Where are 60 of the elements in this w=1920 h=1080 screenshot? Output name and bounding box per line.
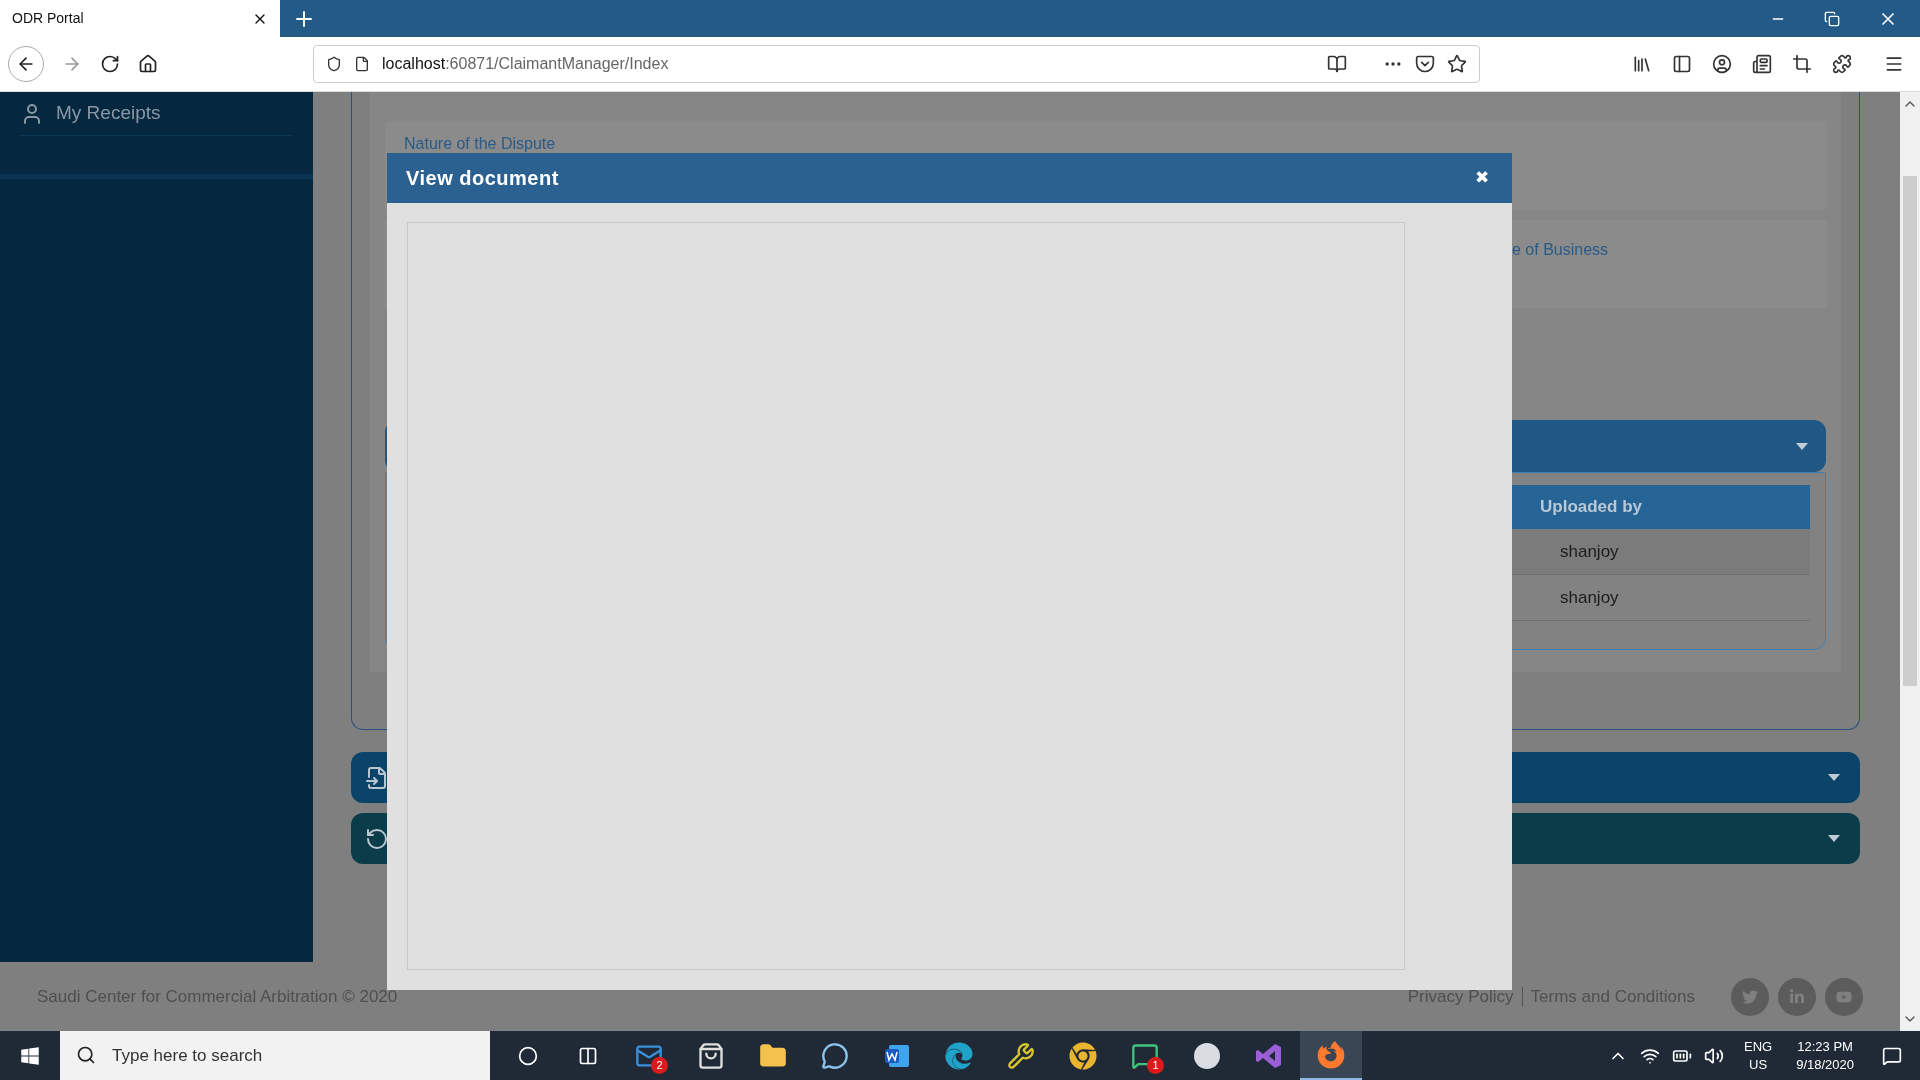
sidebar-label: My Receipts xyxy=(56,101,161,126)
extension-icon[interactable] xyxy=(1832,54,1852,74)
taskbar-app[interactable]: 2 xyxy=(618,1031,680,1080)
chat-bubble-icon xyxy=(821,1041,849,1070)
clock-time: 12:23 PM xyxy=(1797,1037,1853,1056)
search-icon xyxy=(76,1045,96,1065)
sidebar-item[interactable]: My Receipts xyxy=(20,92,293,136)
card-label: Nature of the Dispute xyxy=(404,135,556,152)
scrollbar[interactable] xyxy=(1900,92,1920,1031)
folder-icon xyxy=(759,1041,787,1070)
table-cell-text: shanjoy xyxy=(1559,586,1620,609)
refresh-icon xyxy=(365,826,389,851)
file-import-icon xyxy=(365,765,389,790)
caret-icon xyxy=(1796,442,1808,450)
menu-icon[interactable] xyxy=(1884,54,1904,74)
region-text: US xyxy=(1749,1055,1768,1074)
home-icon[interactable] xyxy=(138,54,158,74)
notification-badge: 2 xyxy=(651,1057,668,1074)
table-cell-text: shanjoy xyxy=(1559,540,1620,563)
chrome-icon xyxy=(1069,1041,1097,1070)
column-header: Uploaded by xyxy=(1539,496,1643,519)
library-icon[interactable] xyxy=(1632,54,1652,74)
language-text: ENG xyxy=(1744,1037,1773,1056)
clock-date: 9/18/2020 xyxy=(1796,1055,1854,1074)
reader-view-icon[interactable] xyxy=(1327,54,1347,74)
reload-icon[interactable] xyxy=(100,54,120,74)
firefox-icon xyxy=(1317,1040,1345,1069)
wrench-icon xyxy=(1007,1041,1035,1070)
account-icon[interactable] xyxy=(1712,54,1732,74)
star-icon[interactable] xyxy=(1447,54,1467,74)
page-icon xyxy=(354,56,370,72)
sidebar-icon[interactable] xyxy=(1672,54,1692,74)
shopping-bag-icon xyxy=(697,1041,725,1070)
caret-icon xyxy=(1828,774,1840,781)
modal-title: View document xyxy=(406,166,559,191)
twitter-icon xyxy=(1742,988,1758,1005)
card-label: e of Business xyxy=(1512,241,1609,258)
url-text: localhost:60871/ClaimantManager/Index xyxy=(382,54,670,74)
browser-tab[interactable]: ODR Portal xyxy=(0,0,280,37)
linkedin-icon xyxy=(1789,988,1805,1005)
shield-icon xyxy=(326,56,342,72)
volume-icon[interactable] xyxy=(1704,1045,1724,1066)
pocket-icon[interactable] xyxy=(1415,54,1435,74)
caret-icon xyxy=(1828,835,1840,842)
crop-icon[interactable] xyxy=(1792,54,1812,74)
notification-badge: 1 xyxy=(1147,1057,1164,1074)
taskbar-app[interactable] xyxy=(1300,1031,1362,1080)
task-view-icon[interactable] xyxy=(578,1045,598,1066)
news-icon[interactable] xyxy=(1752,54,1772,74)
taskbar-app[interactable]: 1 xyxy=(1114,1031,1176,1080)
notifications-icon[interactable] xyxy=(1882,1045,1902,1066)
circle-icon[interactable] xyxy=(518,1045,538,1066)
windows-icon[interactable] xyxy=(20,1045,40,1066)
search-field[interactable]: Type here to search xyxy=(60,1031,490,1080)
restore-icon[interactable] xyxy=(1824,10,1840,27)
address-bar[interactable]: localhost:60871/ClaimantManager/Index xyxy=(313,45,1480,83)
edge-icon xyxy=(945,1041,973,1070)
close-button[interactable]: ✖ xyxy=(1471,165,1493,191)
chat-icon xyxy=(1131,1041,1159,1070)
sphere-icon xyxy=(1193,1041,1221,1070)
